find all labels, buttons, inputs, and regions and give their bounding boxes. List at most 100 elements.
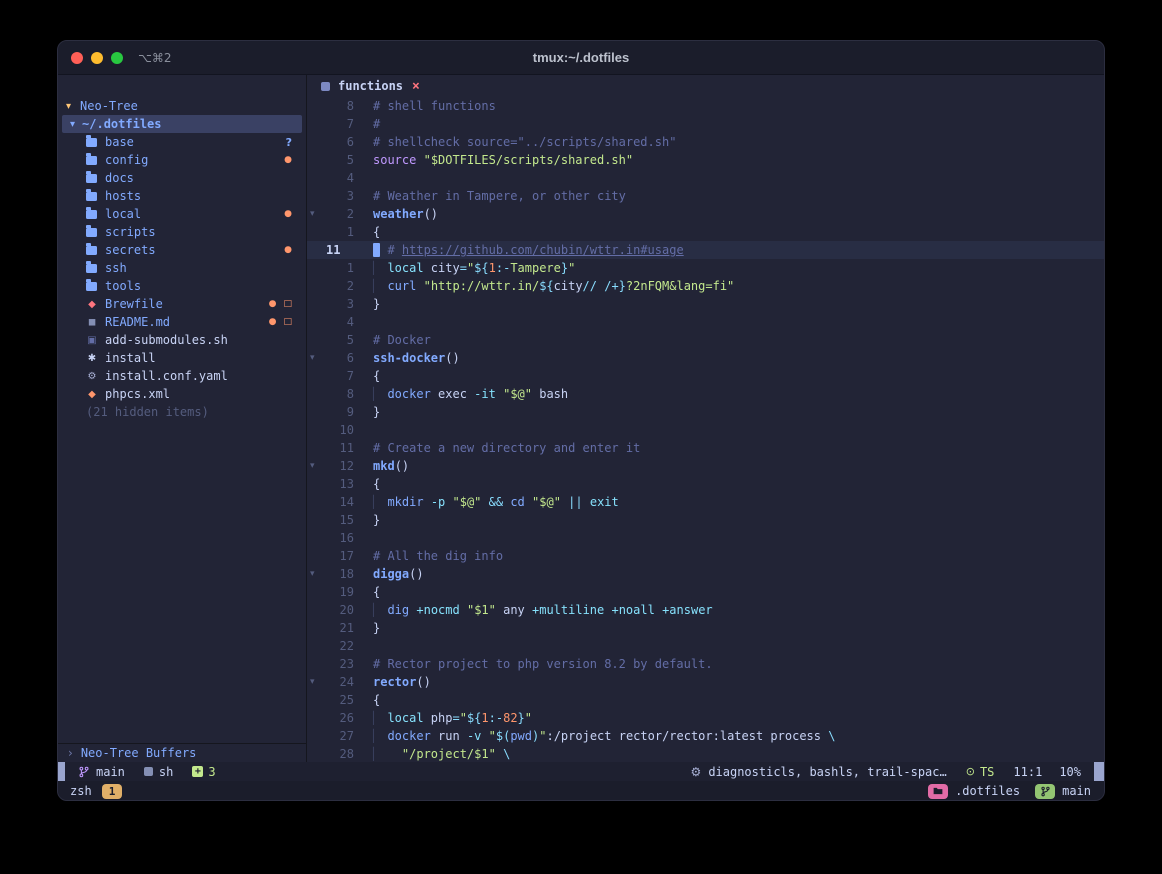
code-line[interactable]: 8▏ docker exec -it "$@" bash bbox=[307, 385, 1104, 403]
line-number: 8 bbox=[320, 99, 354, 113]
code-line[interactable]: 3} bbox=[307, 295, 1104, 313]
code-line[interactable]: 2▏ curl "http://wttr.in/${city// /+}?2nF… bbox=[307, 277, 1104, 295]
tree-item-install-conf-yaml[interactable]: ⚙install.conf.yaml bbox=[58, 367, 306, 385]
filetype-label: sh bbox=[159, 765, 173, 779]
code-token bbox=[481, 495, 488, 509]
code-line[interactable]: 1{ bbox=[307, 223, 1104, 241]
code-line[interactable]: 25{ bbox=[307, 691, 1104, 709]
code-token: { bbox=[373, 369, 380, 383]
tree-item-add-submodules-sh[interactable]: ▣add-submodules.sh bbox=[58, 331, 306, 349]
code-line[interactable]: 26▏ local php="${1:-82}" bbox=[307, 709, 1104, 727]
code-line[interactable]: 19{ bbox=[307, 583, 1104, 601]
code-line[interactable]: ▾18digga() bbox=[307, 565, 1104, 583]
close-tab-icon[interactable]: × bbox=[412, 79, 420, 94]
code-token: # Weather in Tampere, or other city bbox=[373, 189, 626, 203]
code-token bbox=[525, 495, 532, 509]
code-text: # https://github.com/chubin/wttr.in#usag… bbox=[373, 243, 684, 257]
code-line[interactable]: 15} bbox=[307, 511, 1104, 529]
code-line[interactable]: 16 bbox=[307, 529, 1104, 547]
code-token: } bbox=[619, 279, 626, 293]
code-line[interactable]: ▾6ssh-docker() bbox=[307, 349, 1104, 367]
tree-item-secrets[interactable]: secrets● bbox=[58, 241, 306, 259]
code-buffer[interactable]: 8# shell functions7#6# shellcheck source… bbox=[307, 97, 1104, 762]
lsp-servers: diagnosticls, bashls, trail-spac… bbox=[708, 765, 946, 779]
minimize-window-button[interactable] bbox=[91, 52, 103, 64]
tab-functions[interactable]: functions bbox=[338, 79, 403, 93]
code-token: " bbox=[525, 711, 532, 725]
tree-item-hosts[interactable]: hosts bbox=[58, 187, 306, 205]
code-token: # bbox=[373, 117, 380, 131]
code-token: +noall bbox=[611, 603, 654, 617]
code-line[interactable]: 17# All the dig info bbox=[307, 547, 1104, 565]
line-number: 1 bbox=[320, 225, 354, 239]
code-line[interactable]: 22 bbox=[307, 637, 1104, 655]
tree-item-readme-md[interactable]: ◼README.md●□ bbox=[58, 313, 306, 331]
code-text: # Weather in Tampere, or other city bbox=[373, 189, 626, 203]
code-line[interactable]: 6# shellcheck source="../scripts/shared.… bbox=[307, 133, 1104, 151]
code-line[interactable]: 7{ bbox=[307, 367, 1104, 385]
code-token: docker bbox=[387, 729, 430, 743]
code-line[interactable]: ▾24rector() bbox=[307, 673, 1104, 691]
code-line[interactable]: 23# Rector project to php version 8.2 by… bbox=[307, 655, 1104, 673]
tmux-window-index[interactable]: 1 bbox=[102, 784, 123, 799]
tree-item-ssh[interactable]: ssh bbox=[58, 259, 306, 277]
tree-item-install[interactable]: ✱install bbox=[58, 349, 306, 367]
tree-item-phpcs-xml[interactable]: ◆phpcs.xml bbox=[58, 385, 306, 403]
code-token: () bbox=[445, 351, 459, 365]
tmux-window-name[interactable]: zsh bbox=[70, 784, 92, 798]
code-line-current[interactable]: 11 # https://github.com/chubin/wttr.in#u… bbox=[307, 241, 1104, 259]
code-line[interactable]: 3# Weather in Tampere, or other city bbox=[307, 187, 1104, 205]
git-status-badges: ● bbox=[284, 156, 292, 165]
code-line[interactable]: 4 bbox=[307, 313, 1104, 331]
line-number: 8 bbox=[320, 387, 354, 401]
code-token bbox=[460, 603, 467, 617]
tree-item-brewfile[interactable]: ◆Brewfile●□ bbox=[58, 295, 306, 313]
code-token: # Docker bbox=[373, 333, 431, 347]
fold-icon[interactable]: ▾ bbox=[307, 209, 320, 219]
code-line[interactable]: 9} bbox=[307, 403, 1104, 421]
code-line[interactable]: 28▏ "/project/$1" \ bbox=[307, 745, 1104, 762]
tree-item-local[interactable]: local● bbox=[58, 205, 306, 223]
code-line[interactable]: 13{ bbox=[307, 475, 1104, 493]
code-line[interactable]: 5source "$DOTFILES/scripts/shared.sh" bbox=[307, 151, 1104, 169]
code-line[interactable]: 27▏ docker run -v "$(pwd)":/project rect… bbox=[307, 727, 1104, 745]
code-token: } bbox=[518, 711, 525, 725]
code-token: 1 bbox=[489, 261, 496, 275]
code-token: } bbox=[373, 621, 380, 635]
code-line[interactable]: 21} bbox=[307, 619, 1104, 637]
fold-icon[interactable]: ▾ bbox=[307, 569, 320, 579]
zoom-window-button[interactable] bbox=[111, 52, 123, 64]
tree-item-config[interactable]: config● bbox=[58, 151, 306, 169]
fold-icon[interactable]: ▾ bbox=[307, 353, 320, 363]
code-line[interactable]: 14▏ mkdir -p "$@" && cd "$@" || exit bbox=[307, 493, 1104, 511]
code-token: exec bbox=[431, 387, 474, 401]
code-token: "$@" bbox=[532, 495, 561, 509]
code-line[interactable]: ▾2weather() bbox=[307, 205, 1104, 223]
code-line[interactable]: 5# Docker bbox=[307, 331, 1104, 349]
fold-icon[interactable]: ▾ bbox=[307, 461, 320, 471]
code-text: # Rector project to php version 8.2 by d… bbox=[373, 657, 713, 671]
code-line[interactable]: 20▏ dig +nocmd "$1" any +multiline +noal… bbox=[307, 601, 1104, 619]
filetype-indicator: sh bbox=[144, 765, 173, 779]
code-text: # All the dig info bbox=[373, 549, 503, 563]
code-line[interactable]: 10 bbox=[307, 421, 1104, 439]
code-line[interactable]: 11# Create a new directory and enter it bbox=[307, 439, 1104, 457]
code-line[interactable]: ▾12mkd() bbox=[307, 457, 1104, 475]
code-line[interactable]: 4 bbox=[307, 169, 1104, 187]
tree-item-label: base bbox=[105, 135, 134, 149]
tree-item-scripts[interactable]: scripts bbox=[58, 223, 306, 241]
code-line[interactable]: 1▏ local city="${1:-Tampere}" bbox=[307, 259, 1104, 277]
neotree-buffers-section[interactable]: › Neo-Tree Buffers bbox=[58, 743, 306, 762]
code-text: ▏ "/project/$1" \ bbox=[373, 747, 510, 761]
tree-item-dotfiles[interactable]: ▾~/.dotfiles bbox=[62, 115, 302, 133]
code-token: && bbox=[489, 495, 503, 509]
tree-item-base[interactable]: base? bbox=[58, 133, 306, 151]
fold-icon[interactable]: ▾ bbox=[307, 677, 320, 687]
close-window-button[interactable] bbox=[71, 52, 83, 64]
code-line[interactable]: 7# bbox=[307, 115, 1104, 133]
code-line[interactable]: 8# shell functions bbox=[307, 97, 1104, 115]
tree-item-tools[interactable]: tools bbox=[58, 277, 306, 295]
code-token: :- bbox=[496, 261, 510, 275]
tree-item-docs[interactable]: docs bbox=[58, 169, 306, 187]
line-number: 14 bbox=[320, 495, 354, 509]
